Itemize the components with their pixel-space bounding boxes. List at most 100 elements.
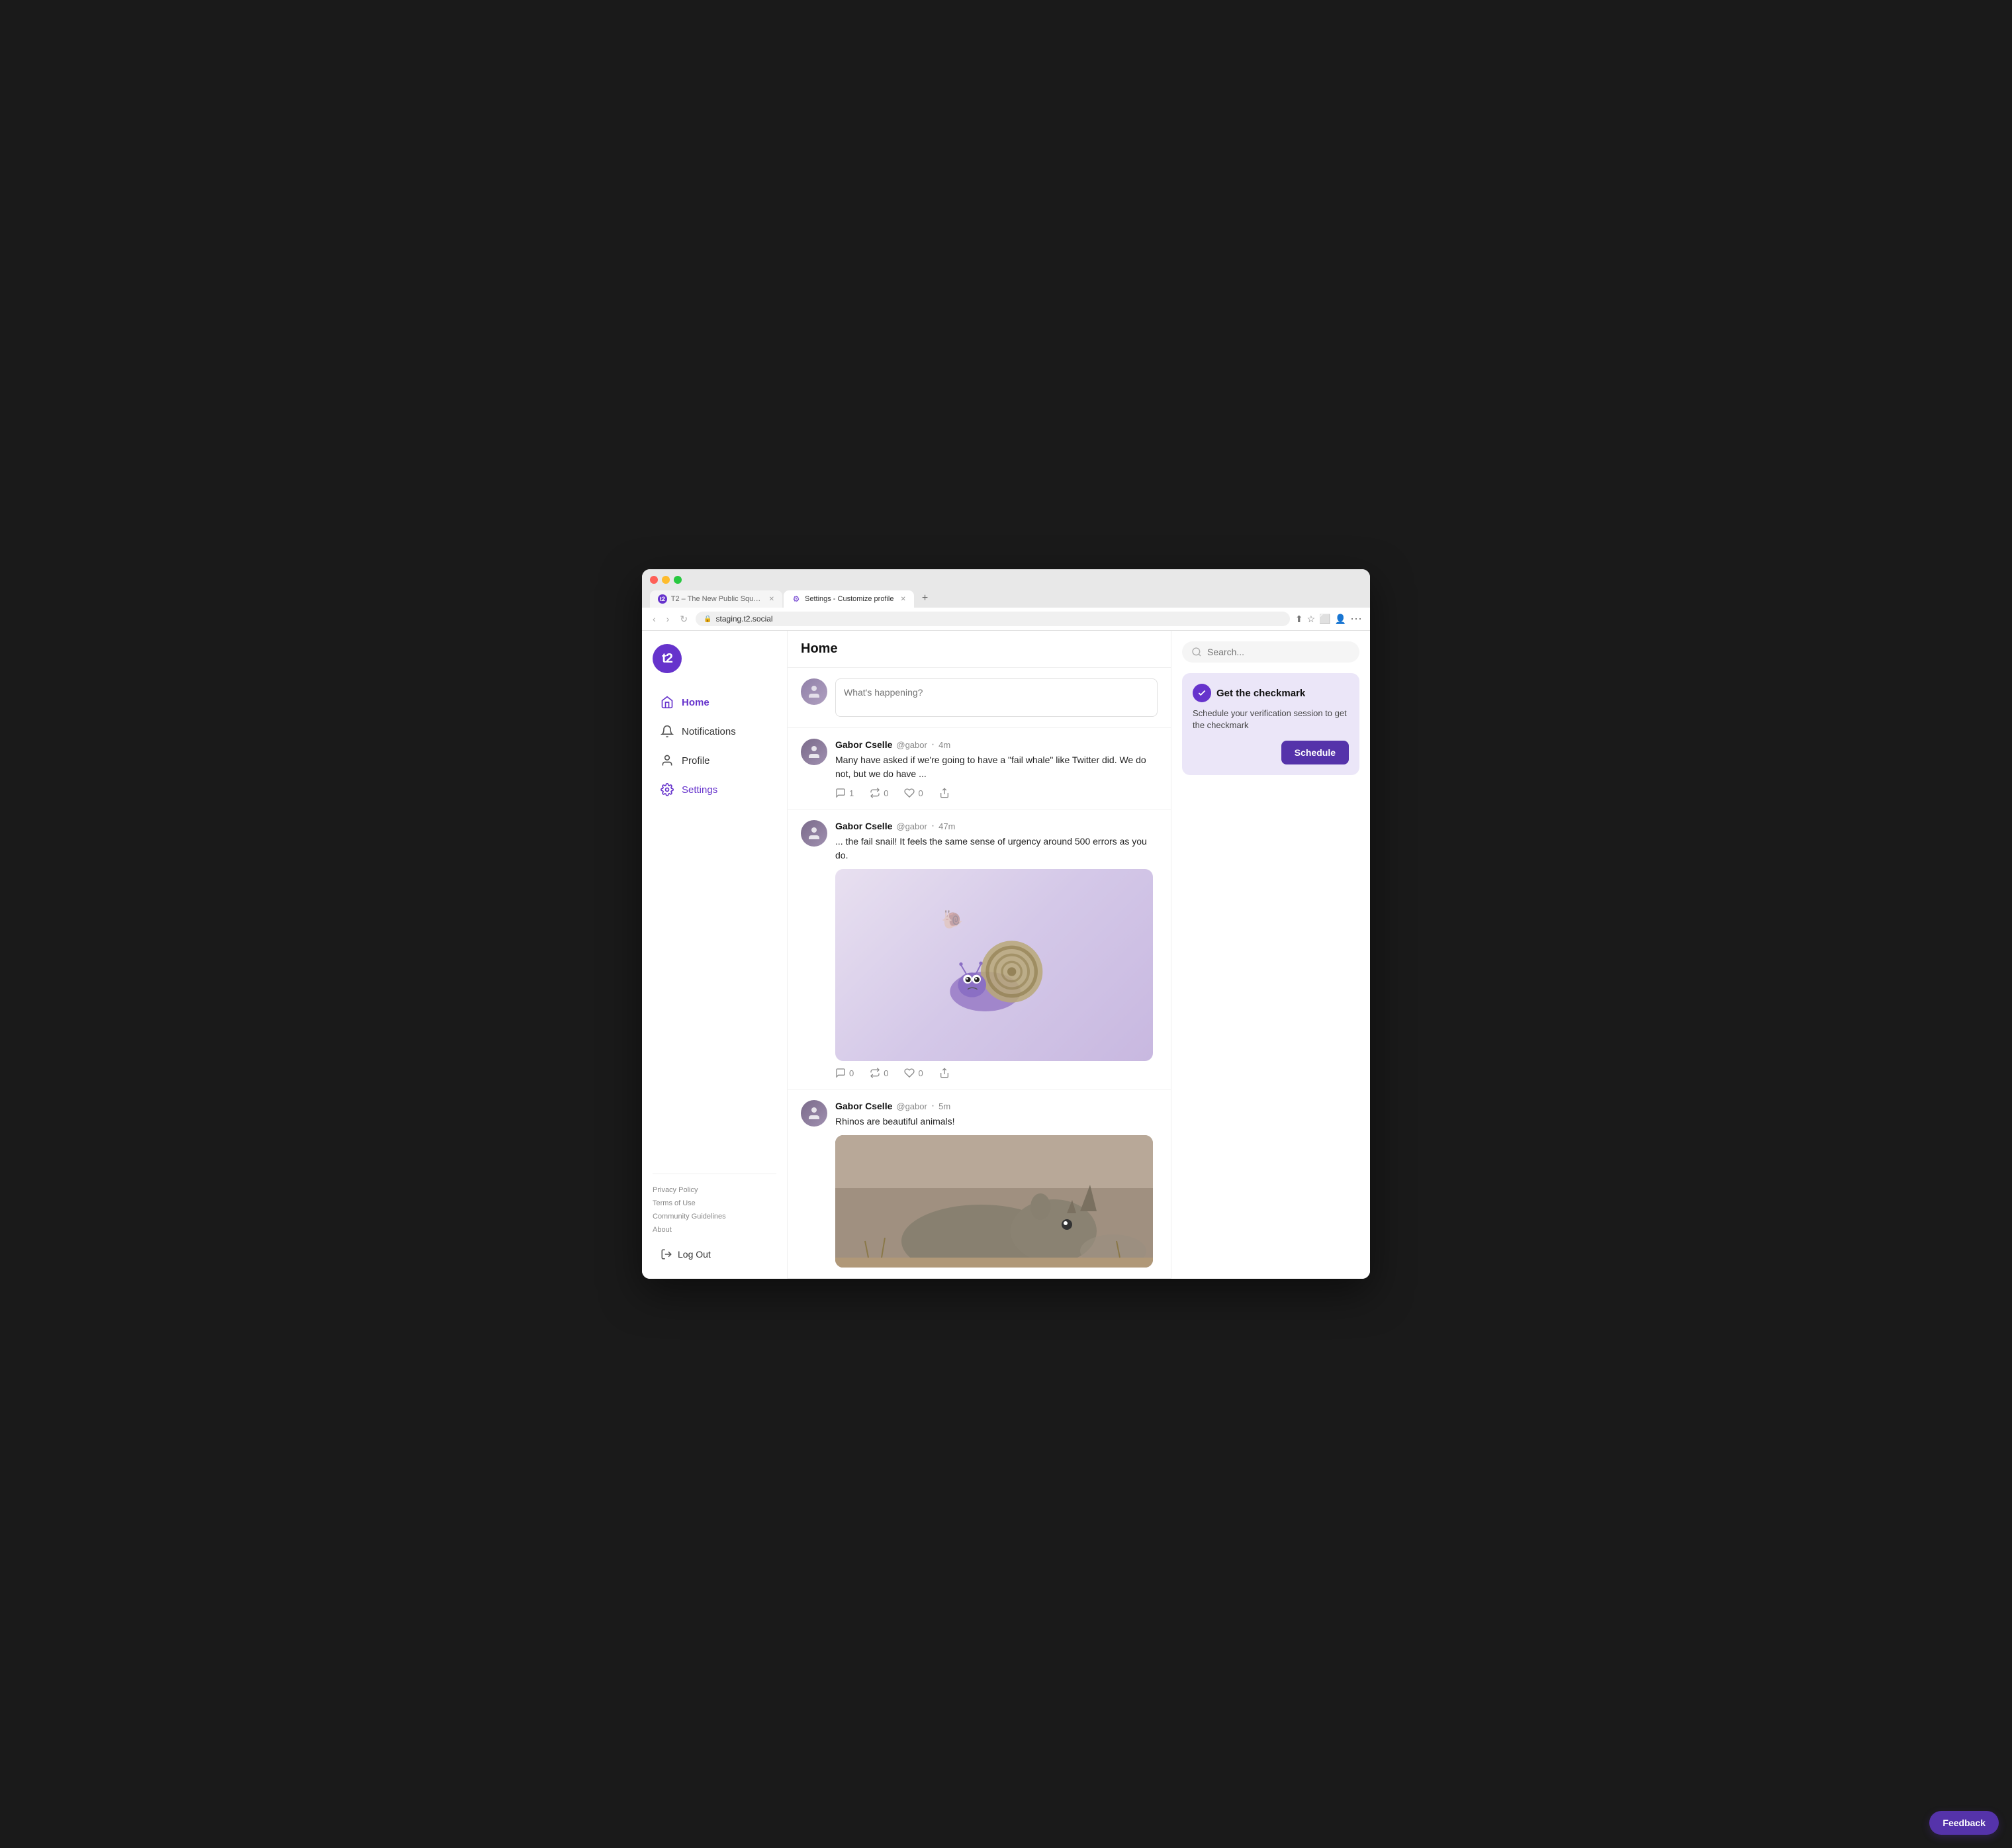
post-2-text: ... the fail snail! It feels the same se… bbox=[835, 835, 1158, 862]
maximize-dot[interactable] bbox=[674, 576, 682, 584]
tab-title-settings: Settings - Customize profile bbox=[805, 595, 894, 603]
more-button[interactable]: ⋯ bbox=[1350, 612, 1362, 626]
post-2-comment-button[interactable]: 0 bbox=[835, 1068, 854, 1078]
logout-button[interactable]: Log Out bbox=[653, 1243, 776, 1266]
post-1-header: Gabor Cselle @gabor · 4m bbox=[835, 739, 1158, 751]
browser-tab-t2[interactable]: t2 T2 – The New Public Square ✕ bbox=[650, 590, 782, 608]
feedback-button[interactable]: Feedback bbox=[1929, 1811, 1999, 1835]
search-icon bbox=[1191, 647, 1202, 657]
feed-header: Home bbox=[788, 631, 1171, 668]
sidebar-item-profile[interactable]: Profile bbox=[653, 747, 776, 774]
post-1-avatar[interactable] bbox=[801, 739, 827, 765]
compose-avatar bbox=[801, 678, 827, 705]
post-1-text: Many have asked if we're going to have a… bbox=[835, 753, 1158, 781]
post-2-boost-count: 0 bbox=[884, 1068, 888, 1078]
sidebar: t2 Home bbox=[642, 631, 788, 1279]
post-1-boost-button[interactable]: 0 bbox=[870, 788, 888, 798]
checkmark-description: Schedule your verification session to ge… bbox=[1193, 708, 1349, 731]
compose-input[interactable] bbox=[835, 678, 1158, 717]
reload-button[interactable]: ↻ bbox=[677, 612, 690, 626]
address-bar[interactable]: 🔒 staging.t2.social bbox=[696, 612, 1290, 626]
post-1-like-button[interactable]: 0 bbox=[904, 788, 923, 798]
share-icon-2 bbox=[939, 1068, 950, 1078]
post-2-like-button[interactable]: 0 bbox=[904, 1068, 923, 1078]
like-icon bbox=[904, 788, 915, 798]
comment-icon-2 bbox=[835, 1068, 846, 1078]
address-text: staging.t2.social bbox=[716, 614, 773, 624]
post-1-comment-button[interactable]: 1 bbox=[835, 788, 854, 798]
tab-favicon-t2: t2 bbox=[658, 594, 667, 604]
snail-image: 🐌 bbox=[835, 869, 1153, 1061]
post-2-author-handle: @gabor bbox=[896, 821, 927, 831]
post-1-actions: 1 0 0 bbox=[835, 788, 1158, 798]
post-1-author-handle: @gabor bbox=[896, 740, 927, 750]
post-2-avatar[interactable] bbox=[801, 820, 827, 847]
post-2-body: Gabor Cselle @gabor · 47m ... the fail s… bbox=[835, 820, 1158, 1078]
post-3-avatar[interactable] bbox=[801, 1100, 827, 1127]
svg-text:🐌: 🐌 bbox=[941, 909, 963, 929]
schedule-button[interactable]: Schedule bbox=[1281, 741, 1349, 764]
like-icon-2 bbox=[904, 1068, 915, 1078]
post-2-share-button[interactable] bbox=[939, 1068, 950, 1078]
post-2-time: 47m bbox=[938, 821, 955, 831]
profile-button[interactable]: 👤 bbox=[1335, 612, 1346, 626]
rhino-image bbox=[835, 1135, 1153, 1268]
home-icon bbox=[661, 696, 674, 709]
search-bar[interactable] bbox=[1182, 641, 1359, 663]
post-1-boost-count: 0 bbox=[884, 788, 888, 798]
post-2-like-count: 0 bbox=[918, 1068, 923, 1078]
back-button[interactable]: ‹ bbox=[650, 612, 659, 625]
post-3-author-handle: @gabor bbox=[896, 1101, 927, 1111]
add-tab-button[interactable]: + bbox=[915, 589, 935, 608]
compose-box bbox=[788, 668, 1171, 728]
post-3-text: Rhinos are beautiful animals! bbox=[835, 1115, 1158, 1129]
post-1-comment-count: 1 bbox=[849, 788, 854, 798]
tab-close-t2[interactable]: ✕ bbox=[769, 596, 774, 603]
rhino-illustration bbox=[835, 1135, 1153, 1268]
sidebar-item-home[interactable]: Home bbox=[653, 689, 776, 716]
post-3-body: Gabor Cselle @gabor · 5m Rhinos are beau… bbox=[835, 1100, 1158, 1268]
snail-illustration: 🐌 bbox=[928, 899, 1060, 1031]
logout-label: Log Out bbox=[678, 1249, 711, 1260]
person-icon bbox=[661, 754, 674, 767]
share-browser-button[interactable]: ⬆ bbox=[1295, 612, 1303, 626]
browser-tab-settings[interactable]: ⚙ Settings - Customize profile ✕ bbox=[784, 590, 914, 608]
feed-title: Home bbox=[801, 641, 1158, 657]
post-1: Gabor Cselle @gabor · 4m Many have asked… bbox=[788, 728, 1171, 809]
lock-icon: 🔒 bbox=[704, 616, 711, 623]
community-guidelines-link[interactable]: Community Guidelines bbox=[653, 1211, 776, 1222]
tab-title-t2: T2 – The New Public Square bbox=[671, 595, 762, 603]
checkmark-card: Get the checkmark Schedule your verifica… bbox=[1182, 673, 1359, 775]
boost-icon bbox=[870, 788, 880, 798]
sidebar-item-notifications[interactable]: Notifications bbox=[653, 718, 776, 745]
checkmark-title: Get the checkmark bbox=[1216, 688, 1305, 699]
forward-button[interactable]: › bbox=[664, 612, 672, 625]
terms-of-use-link[interactable]: Terms of Use bbox=[653, 1198, 776, 1209]
post-1-share-button[interactable] bbox=[939, 788, 950, 798]
sidebar-logo[interactable]: t2 bbox=[653, 644, 682, 673]
search-input[interactable] bbox=[1207, 647, 1350, 657]
about-link[interactable]: About bbox=[653, 1224, 776, 1235]
main-feed: Home bbox=[788, 631, 1171, 1279]
minimize-dot[interactable] bbox=[662, 576, 670, 584]
post-2-boost-button[interactable]: 0 bbox=[870, 1068, 888, 1078]
checkmark-header: Get the checkmark bbox=[1193, 684, 1349, 702]
checkmark-badge bbox=[1193, 684, 1211, 702]
split-view-button[interactable]: ⬜ bbox=[1319, 612, 1330, 626]
tab-close-settings[interactable]: ✕ bbox=[901, 596, 906, 603]
tab-favicon-settings: ⚙ bbox=[792, 594, 801, 604]
browser-chrome: t2 T2 – The New Public Square ✕ ⚙ Settin… bbox=[642, 569, 1370, 608]
post-1-like-count: 0 bbox=[918, 788, 923, 798]
logout-icon bbox=[661, 1248, 672, 1260]
privacy-policy-link[interactable]: Privacy Policy bbox=[653, 1185, 776, 1195]
post-2: Gabor Cselle @gabor · 47m ... the fail s… bbox=[788, 809, 1171, 1089]
sidebar-footer: Privacy Policy Terms of Use Community Gu… bbox=[653, 1174, 776, 1266]
bookmark-button[interactable]: ☆ bbox=[1307, 612, 1316, 626]
browser-window: t2 T2 – The New Public Square ✕ ⚙ Settin… bbox=[642, 569, 1370, 1279]
close-dot[interactable] bbox=[650, 576, 658, 584]
sidebar-item-settings[interactable]: Settings bbox=[653, 776, 776, 803]
post-3-time: 5m bbox=[938, 1101, 950, 1111]
sidebar-nav: Home Notifications bbox=[653, 689, 776, 1168]
share-icon bbox=[939, 788, 950, 798]
browser-navbar: ‹ › ↻ 🔒 staging.t2.social ⬆ ☆ ⬜ 👤 ⋯ bbox=[642, 608, 1370, 631]
